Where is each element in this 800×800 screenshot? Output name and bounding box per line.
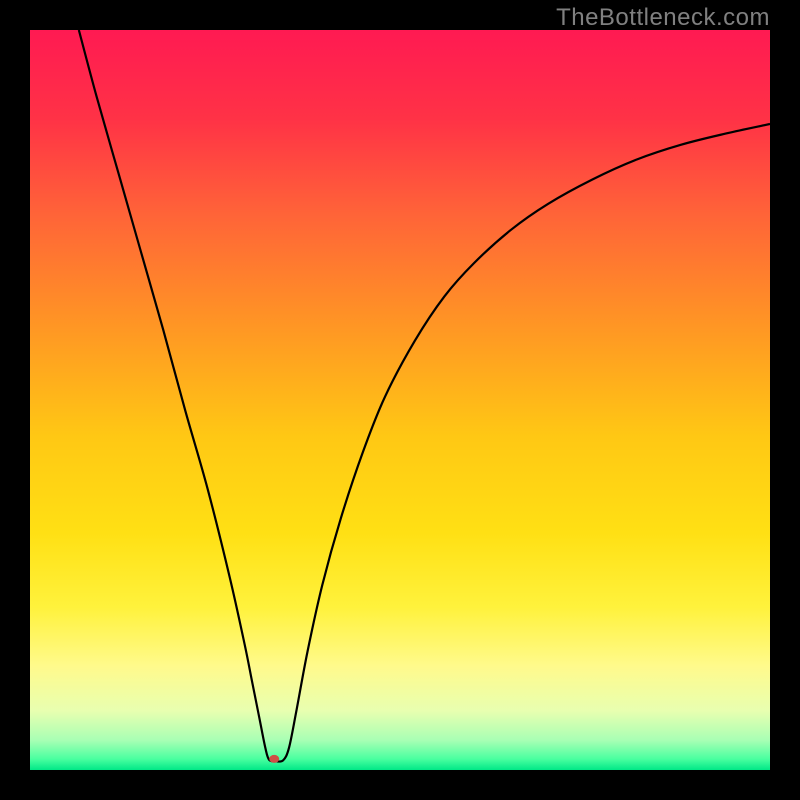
chart-svg: [30, 30, 770, 770]
watermark-text: TheBottleneck.com: [556, 4, 770, 32]
chart-frame: TheBottleneck.com: [0, 0, 800, 800]
plot-area: [30, 30, 770, 770]
gradient-background: [30, 30, 770, 770]
optimum-marker: [269, 755, 279, 763]
